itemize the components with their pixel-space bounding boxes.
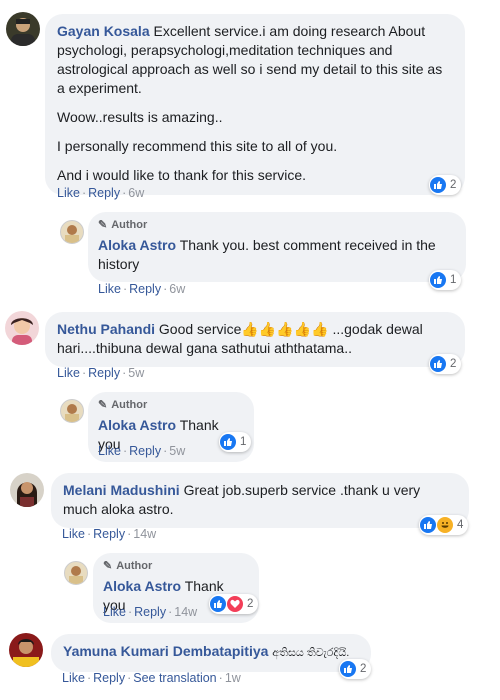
- reaction-summary[interactable]: 1: [429, 270, 462, 290]
- like-reaction-icon: [220, 434, 236, 450]
- commenter-name[interactable]: Aloka Astro: [98, 237, 176, 253]
- comment-text: Good service: [158, 321, 242, 337]
- pencil-icon: ✎: [98, 399, 108, 411]
- reply-button[interactable]: Reply: [129, 282, 161, 296]
- comment-actions: Like · Reply · 14w: [62, 527, 157, 541]
- avatar[interactable]: [60, 399, 84, 423]
- avatar[interactable]: [10, 473, 44, 507]
- avatar-photo: [11, 318, 33, 345]
- comment-actions: Like · Reply · 6w: [98, 282, 186, 296]
- author-badge: ✎ Author: [103, 560, 153, 572]
- commenter-name[interactable]: Gayan Kosala: [57, 23, 150, 39]
- comment-actions: Like · Reply · 14w: [103, 605, 198, 619]
- commenter-name[interactable]: Aloka Astro: [98, 417, 176, 433]
- reaction-summary[interactable]: 1: [219, 432, 252, 452]
- like-button[interactable]: Like: [57, 186, 80, 200]
- avatar[interactable]: [5, 311, 39, 345]
- author-badge: ✎ Author: [98, 219, 148, 231]
- haha-reaction-icon: [437, 517, 453, 533]
- love-reaction-icon: [227, 596, 243, 612]
- like-button[interactable]: Like: [98, 444, 121, 458]
- pencil-icon: ✎: [98, 219, 108, 231]
- comment-bubble: Gayan Kosala Excellent service.i am doin…: [45, 14, 465, 195]
- avatar-photo: [65, 225, 79, 243]
- timestamp[interactable]: 14w: [174, 605, 197, 619]
- avatar-photo: [69, 566, 83, 584]
- like-reaction-icon: [340, 661, 356, 677]
- comment-actions: Like · Reply · 6w: [57, 186, 145, 200]
- like-reaction-icon: [430, 356, 446, 372]
- like-reaction-icon: [430, 177, 446, 193]
- see-translation-link[interactable]: See translation: [133, 671, 216, 685]
- reaction-summary[interactable]: 2: [339, 659, 372, 679]
- commenter-name[interactable]: Nethu Pahandi: [57, 321, 155, 337]
- reply-button[interactable]: Reply: [93, 527, 125, 541]
- commenter-name[interactable]: Yamuna Kumari Dembatapitiya: [63, 643, 268, 659]
- comment-actions: Like · Reply · 5w: [57, 366, 145, 380]
- comment-actions: Like · Reply · See translation · 1w: [62, 671, 241, 685]
- reply-button[interactable]: Reply: [93, 671, 125, 685]
- reply-button[interactable]: Reply: [88, 366, 120, 380]
- commenter-name[interactable]: Melani Madushini: [63, 482, 180, 498]
- reaction-summary[interactable]: 2: [209, 594, 259, 614]
- avatar-photo: [17, 482, 37, 507]
- avatar[interactable]: [60, 220, 84, 244]
- pencil-icon: ✎: [103, 560, 113, 572]
- like-button[interactable]: Like: [98, 282, 121, 296]
- reaction-count: 4: [457, 519, 464, 531]
- reaction-summary[interactable]: 2: [429, 175, 462, 195]
- reaction-count: 2: [247, 598, 254, 610]
- like-button[interactable]: Like: [62, 671, 85, 685]
- timestamp[interactable]: 6w: [169, 282, 185, 296]
- reaction-count: 2: [450, 179, 457, 191]
- reaction-count: 2: [360, 663, 367, 675]
- timestamp[interactable]: 1w: [225, 671, 241, 685]
- avatar[interactable]: [6, 12, 40, 46]
- author-badge: ✎ Author: [98, 399, 148, 411]
- comment-bubble: Melani Madushini Great job.superb servic…: [51, 473, 469, 528]
- avatar-photo: [11, 18, 35, 46]
- thumbs-up-emojis: 👍👍👍👍👍: [241, 321, 329, 337]
- reaction-count: 1: [450, 274, 457, 286]
- comment-actions: Like · Reply · 5w: [98, 444, 186, 458]
- avatar[interactable]: [64, 561, 88, 585]
- avatar-photo: [65, 404, 79, 422]
- reaction-count: 1: [240, 436, 247, 448]
- comment-paragraph: I personally recommend this site to all …: [57, 138, 338, 154]
- reaction-count: 2: [450, 358, 457, 370]
- reply-bubble: ✎ Author Aloka Astro Thank you. best comm…: [88, 212, 466, 282]
- like-button[interactable]: Like: [103, 605, 126, 619]
- reply-button[interactable]: Reply: [134, 605, 166, 619]
- reaction-summary[interactable]: 2: [429, 354, 462, 374]
- comment-paragraph: Woow..results is amazing..: [57, 109, 223, 125]
- timestamp[interactable]: 5w: [169, 444, 185, 458]
- commenter-name[interactable]: Aloka Astro: [103, 578, 181, 594]
- reply-button[interactable]: Reply: [88, 186, 120, 200]
- like-reaction-icon: [430, 272, 446, 288]
- comment-text: අතිසය තිවැරදියි.: [272, 647, 350, 659]
- reply-button[interactable]: Reply: [129, 444, 161, 458]
- avatar-photo: [13, 639, 39, 667]
- comment-paragraph: And i would like to thank for this servi…: [57, 167, 307, 183]
- timestamp[interactable]: 5w: [128, 366, 144, 380]
- avatar[interactable]: [9, 633, 43, 667]
- comment-bubble: Nethu Pahandi Good service👍👍👍👍👍 ...godak…: [45, 312, 465, 367]
- comment-bubble: Yamuna Kumari Dembatapitiya අතිසය තිවැරද…: [51, 634, 371, 672]
- like-reaction-icon: [420, 517, 436, 533]
- like-button[interactable]: Like: [62, 527, 85, 541]
- like-button[interactable]: Like: [57, 366, 80, 380]
- timestamp[interactable]: 14w: [133, 527, 156, 541]
- reaction-summary[interactable]: 4: [419, 515, 469, 535]
- timestamp[interactable]: 6w: [128, 186, 144, 200]
- like-reaction-icon: [210, 596, 226, 612]
